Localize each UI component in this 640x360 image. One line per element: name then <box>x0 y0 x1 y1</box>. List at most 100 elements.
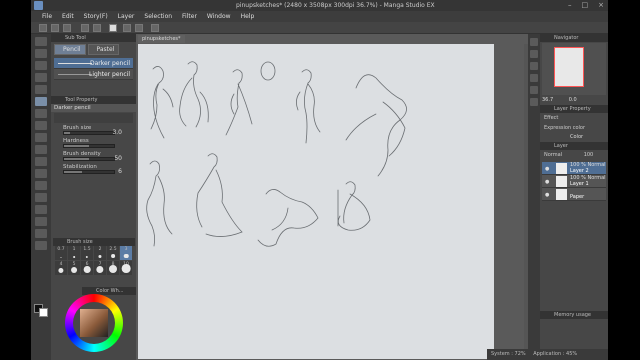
eye-icon[interactable]: ● <box>545 179 549 185</box>
layer-row[interactable]: ● 100 % Normal Layer 2 <box>542 162 606 175</box>
brush-size-cell[interactable]: 7 <box>94 261 106 275</box>
window-title: pinupsketches* (2480 x 3508px 300dpi 36.… <box>236 2 435 9</box>
eyedropper-tool-icon[interactable] <box>35 85 47 94</box>
figure-tool-icon[interactable] <box>35 193 47 202</box>
ruler-tool-icon[interactable] <box>35 229 47 238</box>
redo-icon[interactable] <box>93 24 101 32</box>
layer-thumbnail <box>556 189 567 200</box>
navigator-preview[interactable] <box>542 43 606 95</box>
brush-size-cell[interactable]: 5 <box>68 261 80 275</box>
figure-sketch <box>296 69 321 144</box>
eraser-tool-icon[interactable] <box>35 145 47 154</box>
brush-size-cell[interactable]: 10 <box>120 261 132 275</box>
brush-density-slider[interactable] <box>63 157 115 161</box>
hardness-property[interactable]: Hardness <box>51 137 136 150</box>
save-icon[interactable] <box>63 24 71 32</box>
close-icon[interactable]: × <box>598 1 604 9</box>
brush-size-property[interactable]: Brush size 3.0 <box>51 124 136 137</box>
fill-selection-icon[interactable] <box>151 24 159 32</box>
brush-size-slider[interactable] <box>63 131 115 135</box>
brush-density-property[interactable]: Brush density 50 <box>51 150 136 163</box>
brush-size-label: 1.5 <box>83 247 91 252</box>
correct-line-tool-icon[interactable] <box>35 241 47 250</box>
clear-icon[interactable] <box>109 24 117 32</box>
stabilization-slider[interactable] <box>63 170 115 174</box>
fill-tool-icon[interactable] <box>35 169 47 178</box>
brush-size-cell[interactable]: 8 <box>107 261 119 275</box>
zoom-tool-icon[interactable] <box>35 37 47 46</box>
pencil-tool-icon[interactable] <box>35 97 47 106</box>
sub-color-swatch[interactable] <box>39 308 48 317</box>
brush-label: Lighter pencil <box>89 71 130 78</box>
open-icon[interactable] <box>51 24 59 32</box>
property-value: 6 <box>118 168 122 175</box>
brush-size-cell[interactable]: 3 <box>120 246 132 260</box>
undo-icon[interactable] <box>81 24 89 32</box>
menu-edit[interactable]: Edit <box>58 11 80 22</box>
brush-size-label: 0.7 <box>57 247 65 252</box>
opacity-value[interactable]: 100 <box>584 152 594 158</box>
expression-color-select[interactable]: Color <box>540 133 608 142</box>
menu-layer[interactable]: Layer <box>114 11 141 22</box>
navigator-thumbnail[interactable] <box>554 47 584 87</box>
stabilization-property[interactable]: Stabilization 6 <box>51 163 136 176</box>
brush-darker-pencil[interactable]: Darker pencil <box>54 58 133 69</box>
menu-selection[interactable]: Selection <box>140 11 178 22</box>
maximize-icon[interactable]: □ <box>582 1 589 9</box>
brush-size-dot <box>58 267 64 273</box>
brush-size-cell[interactable]: 6 <box>81 261 93 275</box>
lasso-tool-icon[interactable] <box>35 73 47 82</box>
brush-size-cell[interactable]: 0.7 <box>55 246 67 260</box>
document-tab[interactable]: pinupsketches* <box>138 35 185 43</box>
menu-file[interactable]: File <box>38 11 58 22</box>
layer-toggle-icon[interactable] <box>530 74 538 82</box>
brush-size-cell[interactable]: 4 <box>55 261 67 275</box>
brush-size-cell[interactable]: 1.5 <box>81 246 93 260</box>
eye-icon[interactable]: ● <box>545 166 549 172</box>
brush-size-cell[interactable]: 2 <box>94 246 106 260</box>
history-toggle-icon[interactable] <box>530 62 538 70</box>
layer-row[interactable]: ● Paper <box>542 188 606 201</box>
zoom-value: 36.7 <box>542 97 554 103</box>
deselect-icon[interactable] <box>135 24 143 32</box>
brush-size-cell[interactable]: 1 <box>68 246 80 260</box>
text-tool-icon[interactable] <box>35 205 47 214</box>
balloon-tool-icon[interactable] <box>35 217 47 226</box>
navigator-toggle-icon[interactable] <box>530 38 538 46</box>
layer-property-toggle-icon[interactable] <box>530 50 538 58</box>
layer-row[interactable]: ● 100 % Normal Layer 1 <box>542 175 606 188</box>
layer-name: Layer 1 <box>570 181 589 187</box>
blend-mode-select[interactable]: Normal <box>544 152 562 158</box>
menu-filter[interactable]: Filter <box>178 11 203 22</box>
move-tool-icon[interactable] <box>35 49 47 58</box>
tab-pencil[interactable]: Pencil <box>54 44 86 55</box>
select-tool-icon[interactable] <box>35 61 47 70</box>
brush-lighter-pencil[interactable]: Lighter pencil <box>54 69 133 80</box>
minimize-icon[interactable]: – <box>568 1 572 9</box>
menu-window[interactable]: Window <box>203 11 237 22</box>
figure-sketch <box>179 61 209 128</box>
canvas[interactable] <box>138 44 494 359</box>
layer-list: ● 100 % Normal Layer 2 ● 100 % Normal La… <box>542 162 606 201</box>
pen-tool-icon[interactable] <box>35 109 47 118</box>
tab-pastel[interactable]: Pastel <box>87 44 120 55</box>
new-icon[interactable] <box>39 24 47 32</box>
color-wheel[interactable] <box>65 294 123 352</box>
brush-size-cell[interactable]: 2.5 <box>107 246 119 260</box>
brush-tool-icon[interactable] <box>35 121 47 130</box>
brush-size-label: 2.5 <box>109 247 117 252</box>
eye-icon[interactable]: ● <box>545 192 549 198</box>
gradient-tool-icon[interactable] <box>35 181 47 190</box>
hardness-slider[interactable] <box>63 144 115 148</box>
airbrush-tool-icon[interactable] <box>35 133 47 142</box>
material-toggle-icon[interactable] <box>530 86 538 94</box>
brush-stroke-preview <box>58 63 92 64</box>
menu-help[interactable]: Help <box>237 11 261 22</box>
menu-story[interactable]: Story(F) <box>80 11 114 22</box>
saturation-value-square[interactable] <box>80 309 108 337</box>
transform-icon[interactable] <box>123 24 131 32</box>
navigator-zoom[interactable]: 36.7 0.0 <box>540 96 608 105</box>
search-layer-icon[interactable] <box>530 98 538 106</box>
figure-sketch <box>225 69 253 136</box>
blend-tool-icon[interactable] <box>35 157 47 166</box>
